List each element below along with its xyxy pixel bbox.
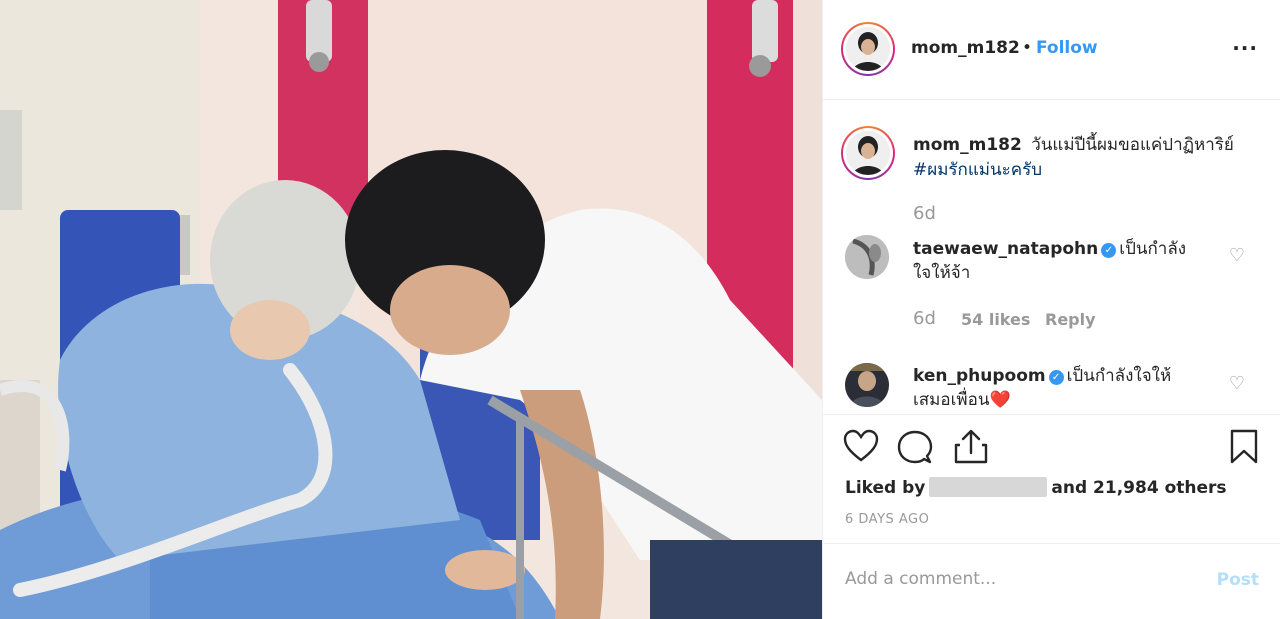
comment-bubble-icon[interactable]	[897, 429, 933, 469]
comment-like-heart-icon[interactable]: ♡	[1229, 373, 1245, 394]
share-icon[interactable]	[953, 429, 989, 469]
author-avatar[interactable]	[841, 22, 895, 76]
blurred-username	[929, 477, 1048, 497]
commenter-avatar[interactable]	[845, 235, 889, 279]
separator-dot: •	[1022, 38, 1033, 58]
comment-username[interactable]: taewaew_natapohn	[913, 239, 1098, 259]
like-heart-icon[interactable]	[843, 429, 879, 467]
commenter-avatar[interactable]	[845, 363, 889, 407]
liked-by-label: Liked by	[845, 478, 926, 498]
comment-likes-count[interactable]: 54 likes	[961, 310, 1030, 329]
caption-author-avatar[interactable]	[841, 126, 895, 180]
avatar-photo-icon	[845, 235, 889, 279]
caption-hashtag[interactable]: #ผมรักแม่นะครับ	[913, 160, 1042, 180]
comment-item: taewaew_natapohn ✓ เป็นกำลังใจให้จ้า	[913, 237, 1203, 285]
avatar-photo-icon	[846, 27, 890, 71]
add-comment-bar: Post	[823, 543, 1280, 619]
likes-count[interactable]: and 21,984 others	[1051, 478, 1226, 498]
follow-button[interactable]: Follow	[1036, 38, 1098, 58]
post-header: mom_m182 • Follow ···	[823, 0, 1280, 100]
more-options-icon[interactable]: ···	[1232, 36, 1258, 60]
post-photo[interactable]	[0, 0, 822, 619]
comment-username[interactable]: ken_phupoom	[913, 366, 1046, 386]
avatar-photo-icon	[846, 131, 890, 175]
add-comment-input[interactable]	[845, 569, 1185, 589]
likes-summary[interactable]: Liked by and 21,984 others	[845, 477, 1227, 498]
avatar-photo-icon	[845, 363, 889, 407]
post-timestamp[interactable]: 6 DAYS AGO	[845, 512, 929, 527]
hospital-photo	[0, 0, 822, 619]
post-side-panel: mom_m182 • Follow ··· mom_m182 วันแม่ปีน…	[822, 0, 1280, 619]
save-bookmark-icon[interactable]	[1229, 429, 1259, 469]
verified-badge-icon: ✓	[1048, 370, 1064, 385]
post-caption: mom_m182 วันแม่ปีนี้ผมขอแค่ปาฏิหาริย์ #ผ…	[913, 133, 1253, 183]
verified-badge-icon: ✓	[1101, 243, 1117, 258]
caption-username[interactable]: mom_m182	[913, 135, 1022, 155]
author-username[interactable]: mom_m182	[911, 38, 1020, 58]
comment-item: ken_phupoom ✓ เป็นกำลังใจให้เสมอเพื่อน❤️	[913, 364, 1203, 412]
comment-time[interactable]: 6d	[913, 308, 936, 329]
comment-like-heart-icon[interactable]: ♡	[1229, 245, 1245, 266]
comment-reply-button[interactable]: Reply	[1045, 310, 1096, 329]
caption-text: วันแม่ปีนี้ผมขอแค่ปาฏิหาริย์	[1031, 135, 1234, 155]
comments-section[interactable]: mom_m182 วันแม่ปีนี้ผมขอแค่ปาฏิหาริย์ #ผ…	[823, 101, 1280, 414]
caption-time[interactable]: 6d	[913, 203, 936, 224]
post-comment-button[interactable]: Post	[1217, 570, 1259, 590]
post-actions: Liked by and 21,984 others 6 DAYS AGO	[823, 414, 1280, 543]
